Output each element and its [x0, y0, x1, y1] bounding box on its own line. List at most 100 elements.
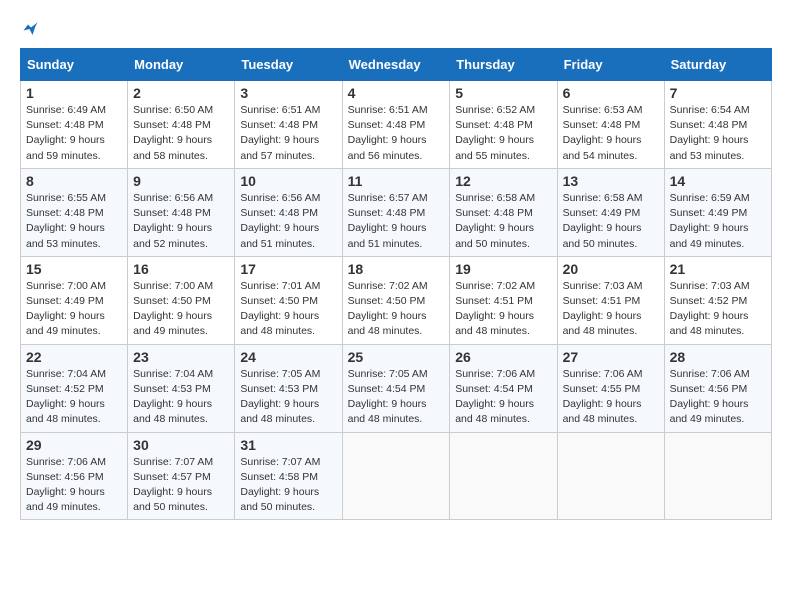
- day-header-friday: Friday: [557, 49, 664, 81]
- day-number: 8: [26, 173, 122, 189]
- day-number: 11: [348, 173, 445, 189]
- calendar-cell: 28 Sunrise: 7:06 AM Sunset: 4:56 PM Dayl…: [664, 344, 771, 432]
- calendar-table: SundayMondayTuesdayWednesdayThursdayFrid…: [20, 48, 772, 520]
- day-number: 9: [133, 173, 229, 189]
- calendar-cell: 9 Sunrise: 6:56 AM Sunset: 4:48 PM Dayli…: [128, 168, 235, 256]
- calendar-cell: 26 Sunrise: 7:06 AM Sunset: 4:54 PM Dayl…: [450, 344, 557, 432]
- calendar-week-5: 29 Sunrise: 7:06 AM Sunset: 4:56 PM Dayl…: [21, 432, 772, 520]
- calendar-cell: [342, 432, 450, 520]
- day-number: 30: [133, 437, 229, 453]
- day-number: 26: [455, 349, 551, 365]
- calendar-cell: 31 Sunrise: 7:07 AM Sunset: 4:58 PM Dayl…: [235, 432, 342, 520]
- day-info: Sunrise: 6:56 AM Sunset: 4:48 PM Dayligh…: [240, 191, 336, 252]
- calendar-cell: 6 Sunrise: 6:53 AM Sunset: 4:48 PM Dayli…: [557, 81, 664, 169]
- calendar-header-row: SundayMondayTuesdayWednesdayThursdayFrid…: [21, 49, 772, 81]
- calendar-cell: 27 Sunrise: 7:06 AM Sunset: 4:55 PM Dayl…: [557, 344, 664, 432]
- day-info: Sunrise: 6:54 AM Sunset: 4:48 PM Dayligh…: [670, 103, 766, 164]
- day-number: 22: [26, 349, 122, 365]
- day-number: 18: [348, 261, 445, 277]
- day-number: 4: [348, 85, 445, 101]
- day-info: Sunrise: 7:00 AM Sunset: 4:49 PM Dayligh…: [26, 279, 122, 340]
- day-header-sunday: Sunday: [21, 49, 128, 81]
- day-info: Sunrise: 7:07 AM Sunset: 4:57 PM Dayligh…: [133, 455, 229, 516]
- day-info: Sunrise: 7:02 AM Sunset: 4:51 PM Dayligh…: [455, 279, 551, 340]
- calendar-cell: 8 Sunrise: 6:55 AM Sunset: 4:48 PM Dayli…: [21, 168, 128, 256]
- calendar-cell: 3 Sunrise: 6:51 AM Sunset: 4:48 PM Dayli…: [235, 81, 342, 169]
- logo-bird-icon: [22, 20, 40, 38]
- calendar-cell: 16 Sunrise: 7:00 AM Sunset: 4:50 PM Dayl…: [128, 256, 235, 344]
- calendar-cell: [664, 432, 771, 520]
- day-number: 21: [670, 261, 766, 277]
- day-info: Sunrise: 6:59 AM Sunset: 4:49 PM Dayligh…: [670, 191, 766, 252]
- calendar-cell: 18 Sunrise: 7:02 AM Sunset: 4:50 PM Dayl…: [342, 256, 450, 344]
- calendar-cell: 7 Sunrise: 6:54 AM Sunset: 4:48 PM Dayli…: [664, 81, 771, 169]
- day-number: 3: [240, 85, 336, 101]
- day-info: Sunrise: 7:06 AM Sunset: 4:55 PM Dayligh…: [563, 367, 659, 428]
- calendar-cell: 11 Sunrise: 6:57 AM Sunset: 4:48 PM Dayl…: [342, 168, 450, 256]
- day-number: 28: [670, 349, 766, 365]
- calendar-week-4: 22 Sunrise: 7:04 AM Sunset: 4:52 PM Dayl…: [21, 344, 772, 432]
- day-number: 27: [563, 349, 659, 365]
- day-header-tuesday: Tuesday: [235, 49, 342, 81]
- day-info: Sunrise: 7:06 AM Sunset: 4:56 PM Dayligh…: [670, 367, 766, 428]
- day-number: 17: [240, 261, 336, 277]
- calendar-cell: 10 Sunrise: 6:56 AM Sunset: 4:48 PM Dayl…: [235, 168, 342, 256]
- day-number: 20: [563, 261, 659, 277]
- day-number: 12: [455, 173, 551, 189]
- day-number: 16: [133, 261, 229, 277]
- day-number: 10: [240, 173, 336, 189]
- day-number: 25: [348, 349, 445, 365]
- calendar-cell: 2 Sunrise: 6:50 AM Sunset: 4:48 PM Dayli…: [128, 81, 235, 169]
- day-number: 1: [26, 85, 122, 101]
- day-info: Sunrise: 7:06 AM Sunset: 4:54 PM Dayligh…: [455, 367, 551, 428]
- day-info: Sunrise: 7:06 AM Sunset: 4:56 PM Dayligh…: [26, 455, 122, 516]
- calendar-week-2: 8 Sunrise: 6:55 AM Sunset: 4:48 PM Dayli…: [21, 168, 772, 256]
- calendar-cell: 29 Sunrise: 7:06 AM Sunset: 4:56 PM Dayl…: [21, 432, 128, 520]
- page-header: [20, 20, 772, 38]
- day-info: Sunrise: 6:50 AM Sunset: 4:48 PM Dayligh…: [133, 103, 229, 164]
- calendar-cell: 30 Sunrise: 7:07 AM Sunset: 4:57 PM Dayl…: [128, 432, 235, 520]
- calendar-cell: 1 Sunrise: 6:49 AM Sunset: 4:48 PM Dayli…: [21, 81, 128, 169]
- calendar-cell: 21 Sunrise: 7:03 AM Sunset: 4:52 PM Dayl…: [664, 256, 771, 344]
- day-number: 23: [133, 349, 229, 365]
- calendar-cell: 25 Sunrise: 7:05 AM Sunset: 4:54 PM Dayl…: [342, 344, 450, 432]
- day-number: 5: [455, 85, 551, 101]
- day-info: Sunrise: 7:04 AM Sunset: 4:52 PM Dayligh…: [26, 367, 122, 428]
- day-info: Sunrise: 6:58 AM Sunset: 4:48 PM Dayligh…: [455, 191, 551, 252]
- day-number: 13: [563, 173, 659, 189]
- day-info: Sunrise: 6:53 AM Sunset: 4:48 PM Dayligh…: [563, 103, 659, 164]
- day-number: 2: [133, 85, 229, 101]
- day-number: 29: [26, 437, 122, 453]
- calendar-cell: 4 Sunrise: 6:51 AM Sunset: 4:48 PM Dayli…: [342, 81, 450, 169]
- calendar-cell: 5 Sunrise: 6:52 AM Sunset: 4:48 PM Dayli…: [450, 81, 557, 169]
- day-number: 31: [240, 437, 336, 453]
- day-info: Sunrise: 6:55 AM Sunset: 4:48 PM Dayligh…: [26, 191, 122, 252]
- day-info: Sunrise: 6:51 AM Sunset: 4:48 PM Dayligh…: [240, 103, 336, 164]
- logo: [20, 20, 40, 38]
- day-info: Sunrise: 6:56 AM Sunset: 4:48 PM Dayligh…: [133, 191, 229, 252]
- day-header-wednesday: Wednesday: [342, 49, 450, 81]
- day-number: 19: [455, 261, 551, 277]
- day-info: Sunrise: 7:01 AM Sunset: 4:50 PM Dayligh…: [240, 279, 336, 340]
- calendar-cell: 20 Sunrise: 7:03 AM Sunset: 4:51 PM Dayl…: [557, 256, 664, 344]
- day-info: Sunrise: 6:51 AM Sunset: 4:48 PM Dayligh…: [348, 103, 445, 164]
- calendar-cell: 13 Sunrise: 6:58 AM Sunset: 4:49 PM Dayl…: [557, 168, 664, 256]
- day-info: Sunrise: 7:00 AM Sunset: 4:50 PM Dayligh…: [133, 279, 229, 340]
- day-header-saturday: Saturday: [664, 49, 771, 81]
- day-number: 14: [670, 173, 766, 189]
- calendar-cell: 22 Sunrise: 7:04 AM Sunset: 4:52 PM Dayl…: [21, 344, 128, 432]
- calendar-week-1: 1 Sunrise: 6:49 AM Sunset: 4:48 PM Dayli…: [21, 81, 772, 169]
- calendar-week-3: 15 Sunrise: 7:00 AM Sunset: 4:49 PM Dayl…: [21, 256, 772, 344]
- calendar-cell: [450, 432, 557, 520]
- day-info: Sunrise: 7:04 AM Sunset: 4:53 PM Dayligh…: [133, 367, 229, 428]
- day-number: 6: [563, 85, 659, 101]
- day-info: Sunrise: 6:58 AM Sunset: 4:49 PM Dayligh…: [563, 191, 659, 252]
- day-info: Sunrise: 7:03 AM Sunset: 4:52 PM Dayligh…: [670, 279, 766, 340]
- calendar-cell: 12 Sunrise: 6:58 AM Sunset: 4:48 PM Dayl…: [450, 168, 557, 256]
- day-info: Sunrise: 6:57 AM Sunset: 4:48 PM Dayligh…: [348, 191, 445, 252]
- calendar-cell: 15 Sunrise: 7:00 AM Sunset: 4:49 PM Dayl…: [21, 256, 128, 344]
- day-info: Sunrise: 7:07 AM Sunset: 4:58 PM Dayligh…: [240, 455, 336, 516]
- day-info: Sunrise: 7:05 AM Sunset: 4:53 PM Dayligh…: [240, 367, 336, 428]
- calendar-cell: 19 Sunrise: 7:02 AM Sunset: 4:51 PM Dayl…: [450, 256, 557, 344]
- day-info: Sunrise: 6:49 AM Sunset: 4:48 PM Dayligh…: [26, 103, 122, 164]
